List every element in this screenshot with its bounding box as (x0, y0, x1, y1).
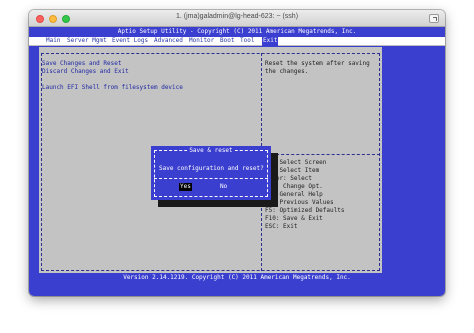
menu-option-launch-efi-shell[interactable]: Launch EFI Shell from filesystem device (42, 84, 183, 92)
tab-monitor[interactable]: Monitor (188, 37, 215, 46)
menu-option-discard-changes-and-exit[interactable]: Discard Changes and Exit (42, 68, 129, 76)
tab-advanced[interactable]: Advanced (153, 37, 184, 46)
tab-event-logs[interactable]: Event Logs (111, 37, 149, 46)
bios-footer: Version 2.14.1219. Copyright (C) 2011 Am… (123, 274, 351, 281)
tab-exit[interactable]: Exit (262, 37, 279, 46)
menu-option-save-changes-and-reset[interactable]: Save Changes and Reset (42, 60, 121, 68)
terminal-screen[interactable]: Aptio Setup Utility - Copyright (C) 2011… (29, 27, 445, 296)
fullscreen-icon[interactable] (429, 14, 439, 23)
dialog-separator (154, 178, 268, 179)
bios-header: Aptio Setup Utility - Copyright (C) 2011… (117, 28, 357, 35)
tab-server-mgmt[interactable]: Server Mgmt (66, 37, 108, 46)
tab-boot[interactable]: Boot (219, 37, 235, 46)
key-help-optimized-defaults: F5: Optimized Defaults (265, 207, 345, 214)
dialog-title: Save & reset (151, 147, 271, 155)
tab-tool[interactable]: Tool (239, 37, 255, 46)
dialog-title-text: Save & reset (187, 147, 235, 154)
tab-main[interactable]: Main (45, 37, 61, 46)
window-titlebar[interactable]: 1. (jma)galadmin@lg-head-623: ~ (ssh) (29, 10, 445, 27)
help-text-line: the changes. (265, 68, 309, 75)
window-title: 1. (jma)galadmin@lg-head-623: ~ (ssh) (175, 13, 299, 20)
bios-main-panel: Save Changes and Reset Discard Changes a… (39, 47, 382, 273)
yes-button[interactable]: Yes (179, 183, 192, 191)
key-help-esc-exit: ESC: Exit (265, 223, 298, 230)
key-help-save-exit: F10: Save & Exit (265, 215, 323, 222)
terminal-window: 1. (jma)galadmin@lg-head-623: ~ (ssh) Ap… (29, 10, 445, 296)
bios-menubar: Main Server Mgmt Event Logs Advanced Mon… (29, 37, 445, 46)
help-text-line: Reset the system after saving (265, 60, 370, 67)
no-button[interactable]: No (219, 183, 228, 191)
dialog-message: Save configuration and reset? (159, 165, 264, 172)
panel-horizontal-divider (261, 154, 380, 155)
dialog-frame (154, 150, 268, 197)
save-reset-dialog: Save & reset Save configuration and rese… (151, 146, 271, 200)
